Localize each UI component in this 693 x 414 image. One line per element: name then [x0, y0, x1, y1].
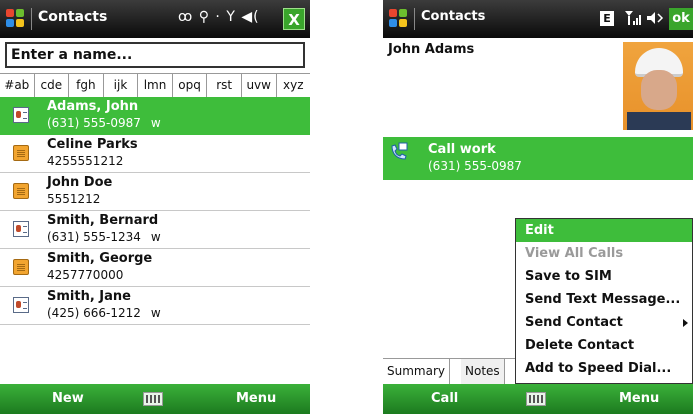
phone-call-icon: [391, 142, 408, 160]
tab-notes[interactable]: Notes: [461, 359, 505, 384]
face: [641, 70, 677, 110]
menu-item-send-text-message[interactable]: Send Text Message...: [516, 288, 692, 311]
alpha-tab[interactable]: ijk: [104, 74, 139, 97]
contact-name: John Doe: [47, 175, 113, 190]
menu-item-view-all-calls[interactable]: View All Calls: [516, 242, 692, 265]
contact-row[interactable]: Smith, Jane (425) 666-1212 w: [0, 287, 310, 325]
call-label: Call work: [428, 142, 496, 157]
sim-card-icon: [13, 183, 29, 199]
contact-name-heading: John Adams: [388, 42, 475, 57]
contact-phone: (631) 555-0987 w: [47, 116, 161, 130]
phone-type: w: [150, 230, 161, 244]
contact-name: Smith, Bernard: [47, 213, 159, 228]
contacts-list-screen: Contacts ꝏ ⚲ · Y ◀( X Enter a name... #a…: [0, 0, 310, 414]
softkey-bar: Call Menu: [383, 384, 693, 414]
contact-row[interactable]: Smith, Bernard (631) 555-1234 w: [0, 211, 310, 249]
new-softkey[interactable]: New: [52, 391, 84, 406]
search-input[interactable]: Enter a name...: [5, 42, 305, 68]
shirt: [627, 112, 691, 130]
app-title: Contacts: [38, 9, 108, 25]
sim-card-icon: [13, 145, 29, 161]
context-menu: Edit View All Calls Save to SIM Send Tex…: [515, 218, 693, 384]
alpha-tab[interactable]: opq: [173, 74, 208, 97]
contact-photo: [623, 42, 693, 130]
menu-softkey[interactable]: Menu: [619, 391, 659, 406]
alpha-tab[interactable]: lmn: [138, 74, 173, 97]
contact-card-icon: [13, 107, 29, 123]
contact-name: Celine Parks: [47, 137, 138, 152]
ok-button[interactable]: ok: [669, 8, 693, 30]
contact-card-icon: [13, 297, 29, 313]
contact-card-icon: [13, 221, 29, 237]
phone-type: w: [150, 116, 161, 130]
sim-card-icon: [13, 259, 29, 275]
contact-name: Smith, Jane: [47, 289, 131, 304]
call-number: (631) 555-0987: [428, 159, 522, 173]
app-title: Contacts: [421, 9, 486, 24]
contact-name: Adams, John: [47, 99, 139, 114]
title-separator: [31, 8, 32, 30]
phone-type: w: [150, 306, 161, 320]
keyboard-icon[interactable]: [526, 392, 546, 406]
menu-item-add-to-speed-dial[interactable]: Add to Speed Dial...: [516, 357, 692, 380]
start-menu-icon[interactable]: [389, 9, 409, 29]
menu-item-save-to-sim[interactable]: Save to SIM: [516, 265, 692, 288]
alpha-tab[interactable]: fgh: [69, 74, 104, 97]
menu-item-delete-contact[interactable]: Delete Contact: [516, 334, 692, 357]
title-bar: Contacts E ok: [383, 0, 693, 38]
contact-row[interactable]: John Doe 5551212: [0, 173, 310, 211]
alpha-tab[interactable]: uvw: [242, 74, 277, 97]
contact-list: Adams, John (631) 555-0987 w Celine Parks…: [0, 97, 310, 325]
submenu-arrow-icon: [683, 319, 688, 327]
signal-volume-icons[interactable]: [623, 9, 665, 31]
tab-summary[interactable]: Summary: [383, 359, 450, 384]
contact-phone: 5551212: [47, 192, 101, 206]
call-work-item[interactable]: Call work (631) 555-0987: [383, 137, 693, 180]
alpha-tab[interactable]: cde: [35, 74, 70, 97]
contact-name: Smith, George: [47, 251, 153, 266]
contact-row[interactable]: Smith, George 4257770000: [0, 249, 310, 287]
contact-phone: (631) 555-1234 w: [47, 230, 161, 244]
status-icons[interactable]: ꝏ ⚲ · Y ◀(: [178, 9, 260, 25]
alphabet-tabs: #ab cde fgh ijk lmn opq rst uvw xyz: [0, 73, 310, 98]
title-bar: Contacts ꝏ ⚲ · Y ◀( X: [0, 0, 310, 38]
contact-row[interactable]: Celine Parks 4255551212: [0, 135, 310, 173]
close-button[interactable]: X: [283, 8, 305, 30]
alpha-tab[interactable]: #ab: [0, 74, 35, 97]
menu-item-edit[interactable]: Edit: [516, 219, 692, 242]
title-separator: [414, 8, 415, 30]
alpha-tab[interactable]: xyz: [277, 74, 311, 97]
menu-softkey[interactable]: Menu: [236, 391, 276, 406]
call-softkey[interactable]: Call: [431, 391, 458, 406]
contact-phone: 4255551212: [47, 154, 124, 168]
contact-phone: (425) 666-1212 w: [47, 306, 161, 320]
alpha-tab[interactable]: rst: [207, 74, 242, 97]
softkey-bar: New Menu: [0, 384, 310, 414]
contact-row[interactable]: Adams, John (631) 555-0987 w: [0, 97, 310, 135]
keyboard-icon[interactable]: [143, 392, 163, 406]
start-menu-icon[interactable]: [6, 9, 26, 29]
edge-badge: E: [600, 11, 614, 26]
contact-phone: 4257770000: [47, 268, 124, 282]
contact-details-screen: Contacts E ok John Adams Call work (631)…: [383, 0, 693, 414]
menu-item-send-contact[interactable]: Send Contact: [516, 311, 692, 334]
